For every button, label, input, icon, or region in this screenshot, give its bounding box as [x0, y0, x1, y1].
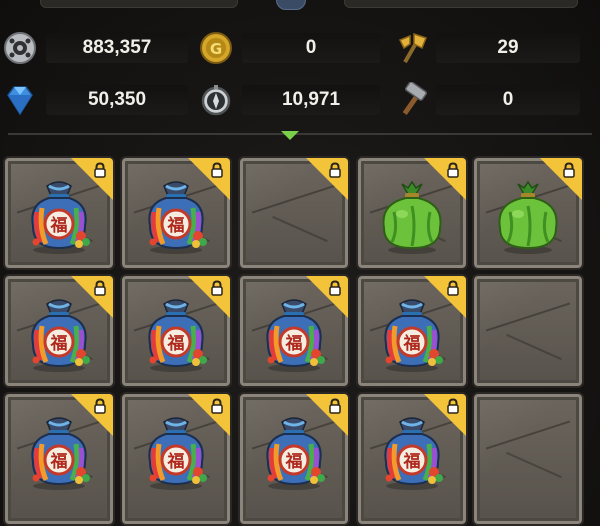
- diamond-value: 50,350: [46, 85, 188, 115]
- compass-icon: [201, 85, 231, 116]
- lock-icon: [211, 162, 223, 178]
- resource-compass: 10,971: [196, 82, 384, 118]
- inventory-slot[interactable]: 福: [356, 392, 468, 526]
- inventory-slot[interactable]: [472, 274, 584, 388]
- top-tab-bar: [0, 0, 600, 10]
- inventory-slot[interactable]: [356, 156, 468, 270]
- inventory-slot[interactable]: 福: [238, 392, 350, 526]
- silver-value: 883,357: [46, 33, 188, 63]
- inventory-slot[interactable]: 福: [3, 392, 115, 526]
- resource-hammer: 0: [392, 82, 582, 118]
- section-divider: [8, 133, 592, 135]
- inventory-slot[interactable]: 福: [3, 274, 115, 388]
- silver-coin-icon: [4, 32, 36, 64]
- resource-row-1: 883,357 G 0 29: [0, 26, 600, 70]
- diamond-icon: [7, 86, 33, 116]
- lock-icon: [211, 280, 223, 296]
- inventory-slot[interactable]: 福: [3, 156, 115, 270]
- bag-character: 福: [403, 333, 421, 354]
- bag-character: 福: [167, 215, 185, 236]
- bag-character: 福: [403, 451, 421, 472]
- bag-character: 福: [167, 451, 185, 472]
- lock-icon: [563, 162, 575, 178]
- lock-icon: [447, 398, 459, 414]
- bag-character: 福: [50, 451, 68, 472]
- bag-character: 福: [50, 215, 68, 236]
- top-tab-right[interactable]: [344, 0, 578, 8]
- svg-text:G: G: [210, 40, 222, 58]
- bag-character: 福: [285, 333, 303, 354]
- stone-crack: [506, 451, 562, 479]
- resource-diamond: 50,350: [0, 82, 192, 118]
- inventory-slot[interactable]: 福: [120, 392, 232, 526]
- inventory-grid: 福 福 福 福 福 福 福 福 福 福: [0, 152, 600, 526]
- bag-character: 福: [167, 333, 185, 354]
- lock-icon: [94, 162, 106, 178]
- lock-icon: [329, 398, 341, 414]
- lock-icon: [94, 280, 106, 296]
- inventory-slot[interactable]: 福: [238, 274, 350, 388]
- resource-axe: 29: [392, 30, 582, 66]
- compass-value: 10,971: [242, 85, 380, 115]
- golden-axe-icon: [398, 32, 427, 64]
- bag-character: 福: [50, 333, 68, 354]
- top-tab-center-gem-icon[interactable]: [276, 0, 306, 10]
- hammer-value: 0: [436, 85, 580, 115]
- lock-icon: [447, 162, 459, 178]
- collapse-arrow-icon[interactable]: [281, 131, 299, 140]
- lock-icon: [94, 398, 106, 414]
- bag-character: 福: [285, 451, 303, 472]
- resource-row-2: 50,350 10,971 0: [0, 78, 600, 122]
- lock-icon: [329, 162, 341, 178]
- lock-icon: [447, 280, 459, 296]
- lock-icon: [329, 280, 341, 296]
- resource-gold: G 0: [196, 30, 384, 66]
- gold-coin-icon: G: [200, 32, 232, 64]
- hammer-icon: [402, 82, 428, 115]
- inventory-panel: 883,357 G 0 29 50,350 10,971 0 福 福 福 福 福…: [0, 0, 600, 526]
- gold-value: 0: [242, 33, 380, 63]
- stone-crack: [272, 215, 328, 243]
- inventory-slot[interactable]: 福: [120, 274, 232, 388]
- inventory-slot[interactable]: [472, 156, 584, 270]
- lock-icon: [211, 398, 223, 414]
- stone-crack: [485, 302, 571, 332]
- top-tab-left[interactable]: [40, 0, 238, 8]
- inventory-slot[interactable]: 福: [120, 156, 232, 270]
- inventory-slot[interactable]: 福: [356, 274, 468, 388]
- stone-crack: [485, 420, 571, 450]
- inventory-slot[interactable]: [472, 392, 584, 526]
- axe-value: 29: [436, 33, 580, 63]
- stone-crack: [506, 333, 562, 361]
- inventory-slot[interactable]: [238, 156, 350, 270]
- resource-silver: 883,357: [0, 30, 192, 66]
